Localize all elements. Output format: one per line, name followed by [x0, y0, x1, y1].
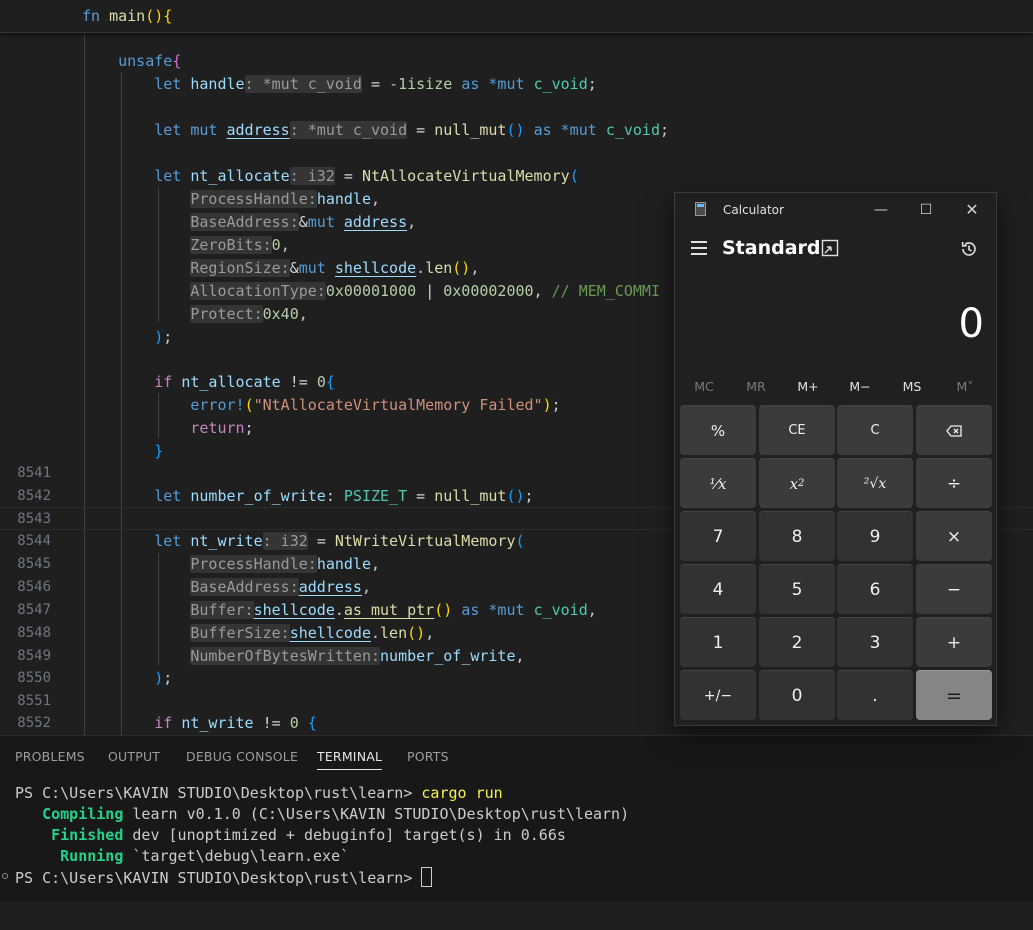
square-root-button[interactable]: ²√x	[837, 458, 913, 508]
keep-on-top-icon[interactable]	[821, 239, 839, 257]
line-number: 8545	[17, 556, 51, 572]
line-number: 8549	[17, 648, 51, 664]
reciprocal-button[interactable]: ⅟x	[680, 458, 756, 508]
subtract-button[interactable]: −	[916, 564, 992, 614]
digit-4-button[interactable]: 4	[680, 564, 756, 614]
mc-button[interactable]: MC	[682, 379, 726, 394]
command-decoration-icon[interactable]	[2, 873, 8, 879]
divide-button[interactable]: ÷	[916, 458, 992, 508]
sticky-scroll-header[interactable]: fn main(){	[0, 0, 1033, 33]
digit-2-button[interactable]: 2	[759, 617, 835, 667]
line-number: 8551	[17, 693, 51, 709]
negate-button[interactable]: +/−	[680, 670, 756, 720]
calculator-app-icon	[695, 202, 706, 216]
maximize-button[interactable]: ☐	[910, 199, 942, 221]
m-plus-button[interactable]: M+	[786, 379, 830, 394]
tab-debug-console[interactable]: DEBUG CONSOLE	[186, 749, 298, 764]
menu-icon[interactable]	[691, 241, 707, 255]
mode-title: Standard	[722, 237, 821, 259]
digit-7-button[interactable]: 7	[680, 511, 756, 561]
digit-0-button[interactable]: 0	[759, 670, 835, 720]
terminal-line: Running `target\debug\learn.exe`	[60, 847, 350, 865]
close-button[interactable]: ✕	[956, 199, 988, 221]
minimize-button[interactable]: —	[865, 199, 897, 221]
history-icon[interactable]	[959, 239, 979, 259]
line-number: 8542	[17, 488, 51, 504]
tab-ports[interactable]: PORTS	[407, 749, 449, 764]
decimal-button[interactable]: .	[837, 670, 913, 720]
percent-button[interactable]: %	[680, 405, 756, 455]
window-title: Calculator	[723, 203, 784, 217]
terminal-line: PS C:\Users\KAVIN STUDIO\Desktop\rust\le…	[15, 784, 503, 802]
add-button[interactable]: +	[916, 617, 992, 667]
digit-1-button[interactable]: 1	[680, 617, 756, 667]
tab-problems[interactable]: PROBLEMS	[15, 749, 85, 764]
backspace-button[interactable]	[916, 405, 992, 455]
clear-button[interactable]: C	[837, 405, 913, 455]
result-display: 0	[958, 301, 984, 347]
ms-button[interactable]: MS	[890, 379, 934, 394]
code-line: let nt_allocate: i32 = NtAllocateVirtual…	[154, 167, 579, 185]
terminal[interactable]: PS C:\Users\KAVIN STUDIO\Desktop\rust\le…	[15, 783, 629, 930]
multiply-button[interactable]: ×	[916, 511, 992, 561]
terminal-cursor	[421, 867, 433, 887]
code-line: let mut address: *mut c_void = null_mut(…	[154, 121, 670, 139]
terminal-line: Finished dev [unoptimized + debuginfo] t…	[51, 826, 566, 844]
line-number: 8544	[17, 533, 51, 549]
memory-list-button[interactable]: M˅	[943, 379, 987, 394]
digit-5-button[interactable]: 5	[759, 564, 835, 614]
tab-output[interactable]: OUTPUT	[108, 749, 160, 764]
backspace-icon	[946, 424, 962, 437]
line-number: 8543	[17, 511, 51, 527]
line-number: 8541	[17, 465, 51, 481]
m-minus-button[interactable]: M−	[838, 379, 882, 394]
line-number: 8548	[17, 625, 51, 641]
panel-tabs: PROBLEMS OUTPUT DEBUG CONSOLE TERMINAL P…	[0, 736, 1033, 778]
calculator-window[interactable]: Calculator — ☐ ✕ Standard 0 MC MR M+ M− …	[674, 192, 997, 726]
digit-9-button[interactable]: 9	[837, 511, 913, 561]
equals-button[interactable]: =	[916, 670, 992, 720]
digit-8-button[interactable]: 8	[759, 511, 835, 561]
line-number: 8552	[17, 715, 51, 731]
tab-terminal[interactable]: TERMINAL	[317, 749, 383, 770]
terminal-line: Compiling learn v0.1.0 (C:\Users\KAVIN S…	[42, 805, 630, 823]
square-button[interactable]: x2	[759, 458, 835, 508]
code-line: unsafe{	[118, 52, 182, 70]
clear-entry-button[interactable]: CE	[759, 405, 835, 455]
line-number: 8550	[17, 670, 51, 686]
bottom-panel: PROBLEMS OUTPUT DEBUG CONSOLE TERMINAL P…	[0, 735, 1033, 901]
code-line: let handle: *mut c_void = -1isize as *mu…	[154, 75, 597, 93]
line-number: 8547	[17, 602, 51, 618]
line-number: 8546	[17, 579, 51, 595]
digit-3-button[interactable]: 3	[837, 617, 913, 667]
terminal-line: PS C:\Users\KAVIN STUDIO\Desktop\rust\le…	[15, 867, 433, 889]
digit-6-button[interactable]: 6	[837, 564, 913, 614]
mr-button[interactable]: MR	[734, 379, 778, 394]
